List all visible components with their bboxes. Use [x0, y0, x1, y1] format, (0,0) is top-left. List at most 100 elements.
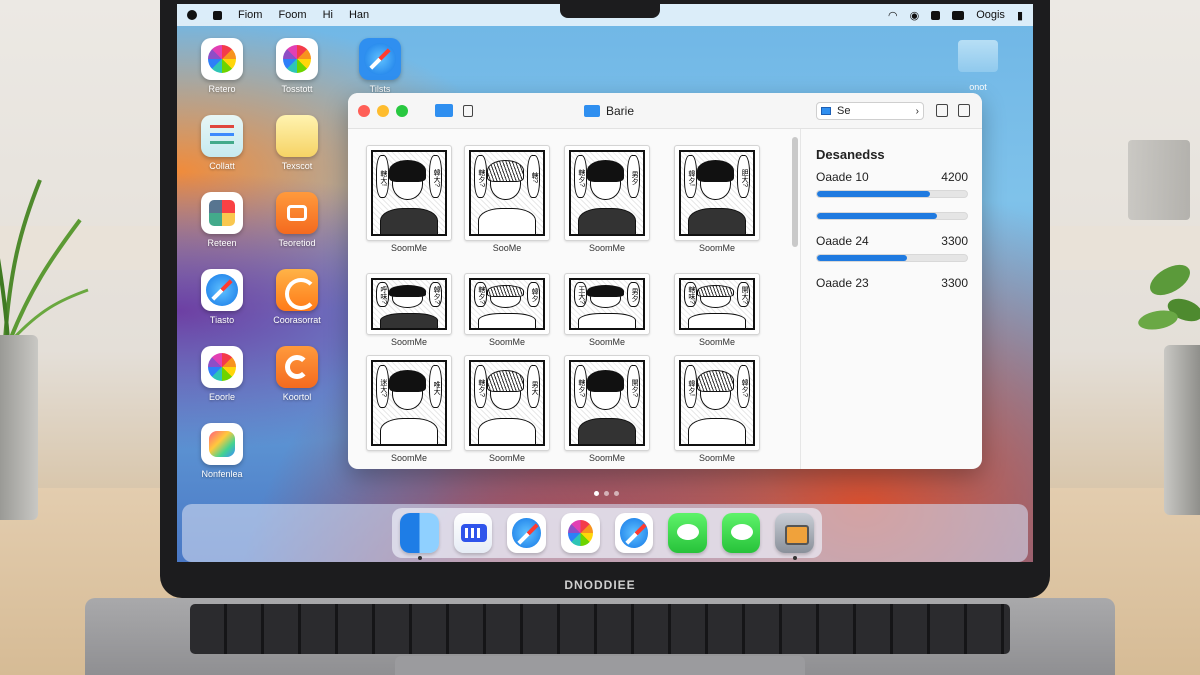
character-hair	[586, 370, 625, 392]
spiral-icon	[276, 269, 318, 311]
search-input[interactable]: Se	[837, 105, 850, 117]
messages-icon[interactable]	[668, 513, 707, 553]
apple-menu-icon[interactable]	[187, 10, 197, 20]
manga-thumbnail[interactable]: 轄味? 開大? SoomMe	[674, 273, 760, 347]
minimize-button[interactable]	[377, 104, 389, 117]
wifi-icon[interactable]: ◠	[888, 9, 898, 22]
thumbnail-frame[interactable]: 轄夕? 韓夕	[464, 273, 550, 335]
manga-panel-image: 迷大? 唯大	[371, 360, 447, 446]
thumbnail-frame[interactable]: 韓夕! 胆大?	[674, 145, 760, 241]
desktop-icon-label: Eoorle	[208, 392, 235, 402]
menubar-user-label[interactable]: Oogis	[976, 9, 1005, 21]
thumbnail-caption: SoomMe	[390, 337, 427, 347]
zoom-button[interactable]	[396, 104, 408, 117]
page-dot[interactable]	[614, 491, 619, 496]
manga-thumbnail[interactable]: 轄夕? 男夕 SoomMe	[564, 145, 650, 253]
desktop-icon[interactable]: Reteen	[192, 192, 252, 248]
manga-thumbnail[interactable]: 轄夕? 男大 SoomMe	[464, 355, 550, 463]
desktop-icon[interactable]: Tilsts	[350, 38, 410, 94]
manga-thumbnail[interactable]: 韓夕! 胆大? SoomMe	[674, 145, 760, 253]
thumbnail-caption: SoomMe	[390, 243, 427, 253]
speech-bubble: 呼味?	[375, 281, 389, 307]
desktop-icon[interactable]: Nonfenlea	[192, 423, 252, 479]
thumbnail-caption: SoomMe	[698, 243, 735, 253]
tag-icon[interactable]	[958, 104, 970, 117]
menu-item[interactable]: Foom	[278, 9, 306, 21]
manga-thumbnail[interactable]: 王大? 男夕 SoomMe	[564, 273, 650, 347]
manga-panel-image: 王大? 男夕	[569, 278, 645, 330]
thumbnail-frame[interactable]: 呼味? 韓夕?	[366, 273, 452, 335]
desktop-icon[interactable]: Collatt	[192, 115, 252, 171]
manga-thumbnail[interactable]: 呼味? 韓夕? SoomMe	[366, 273, 452, 347]
manga-thumbnail[interactable]: 轄夕? 韓夕 SoomMe	[464, 273, 550, 347]
photos-icon	[201, 346, 243, 388]
desktop-icon-label: Texscot	[281, 161, 313, 171]
manga-thumbnail[interactable]: 迷大? 唯大 SoomMe	[366, 355, 452, 463]
thumbnail-frame[interactable]: 王大? 男夕	[564, 273, 650, 335]
desktop-icon[interactable]: Teoretiod	[267, 192, 327, 248]
character-body	[380, 207, 438, 234]
thumbnail-frame[interactable]: 轄味? 開大?	[674, 273, 760, 335]
tag-icon[interactable]	[463, 104, 473, 117]
speech-bubble: 唯大	[429, 365, 443, 408]
launchpad-icon[interactable]	[453, 513, 493, 553]
desktop-icon[interactable]: Tiasto	[192, 269, 252, 325]
desktop-icon[interactable]: Tosstott	[267, 38, 327, 94]
manga-thumbnail[interactable]: 轄大! 韓大? SoomMe	[366, 145, 452, 253]
folder-icon[interactable]	[435, 104, 453, 117]
desktop-icon[interactable]: Texscot	[267, 115, 327, 171]
thumbnail-frame[interactable]: 轄夕? 開夕?	[564, 355, 650, 451]
pane-divider	[800, 129, 801, 469]
scrollbar[interactable]	[792, 137, 798, 247]
page-indicator[interactable]	[594, 491, 619, 496]
thumbnail-frame[interactable]: 轄夕? 男大	[464, 355, 550, 451]
page-dot[interactable]	[604, 491, 609, 496]
character-hair	[388, 284, 427, 298]
manga-panel-image: 呼味? 韓夕?	[371, 278, 447, 330]
messages-icon[interactable]	[721, 513, 761, 553]
thumbnail-caption: SooMe	[492, 243, 522, 253]
desktop-icon[interactable]: Retero	[192, 38, 252, 94]
status-icon[interactable]: ◉	[910, 9, 920, 22]
desktop-icon[interactable]: Coorasorrat	[267, 269, 327, 325]
speech-bubble: 轄大!	[375, 155, 389, 198]
search-field[interactable]: Se ›	[816, 102, 924, 120]
manga-panel-image: 韓夕! 韓夕?	[679, 360, 755, 446]
battery-icon[interactable]	[952, 10, 965, 20]
thumbnail-frame[interactable]: 韓夕! 韓夕?	[674, 355, 760, 451]
menu-item[interactable]: Fiom	[238, 9, 262, 21]
character-hair	[586, 284, 625, 298]
thumbnail-caption: SoomMe	[588, 243, 625, 253]
chevron-right-icon[interactable]: ›	[916, 106, 919, 117]
thumbnail-frame[interactable]: 轄夕? 男夕	[564, 145, 650, 241]
menu-item[interactable]: Han	[349, 9, 369, 21]
control-center-icon[interactable]	[931, 10, 941, 20]
thumbnail-frame[interactable]: 迷大? 唯大	[366, 355, 452, 451]
manga-thumbnail[interactable]: 韓夕! 韓夕? SoomMe	[674, 355, 760, 463]
close-button[interactable]	[358, 104, 370, 117]
menu-item[interactable]: Hi	[323, 9, 333, 21]
desktop-icon[interactable]: Eoorle	[192, 346, 252, 402]
character-hair	[486, 284, 525, 298]
character-body	[688, 417, 746, 444]
safari-icon[interactable]	[614, 513, 654, 553]
page-dot[interactable]	[594, 491, 599, 496]
share-icon[interactable]	[936, 104, 948, 117]
siri-icon[interactable]: ▮	[1017, 9, 1023, 22]
safari-icon[interactable]	[507, 513, 546, 553]
desktop-icon[interactable]: Koortol	[267, 346, 327, 402]
thumbnail-frame[interactable]: 轄夕? 轄?	[464, 145, 550, 241]
manga-thumbnail[interactable]: 轄夕? 開夕? SoomMe	[564, 355, 650, 463]
speech-bubble: 轄夕?	[573, 155, 587, 198]
speech-bubble: 韓夕!	[683, 155, 697, 198]
camera-icon[interactable]	[775, 513, 814, 560]
app-menu-icon[interactable]	[213, 10, 222, 20]
photos-icon[interactable]	[560, 513, 600, 553]
progress-fill	[817, 191, 930, 197]
thumbnail-caption: SoomMe	[488, 337, 525, 347]
manga-thumbnail[interactable]: 轄夕? 轄? SooMe	[464, 145, 550, 253]
progress-fill	[817, 255, 907, 261]
thumbnail-frame[interactable]: 轄大! 韓大?	[366, 145, 452, 241]
finder-icon[interactable]	[400, 513, 439, 560]
folder-icon[interactable]	[958, 40, 998, 72]
